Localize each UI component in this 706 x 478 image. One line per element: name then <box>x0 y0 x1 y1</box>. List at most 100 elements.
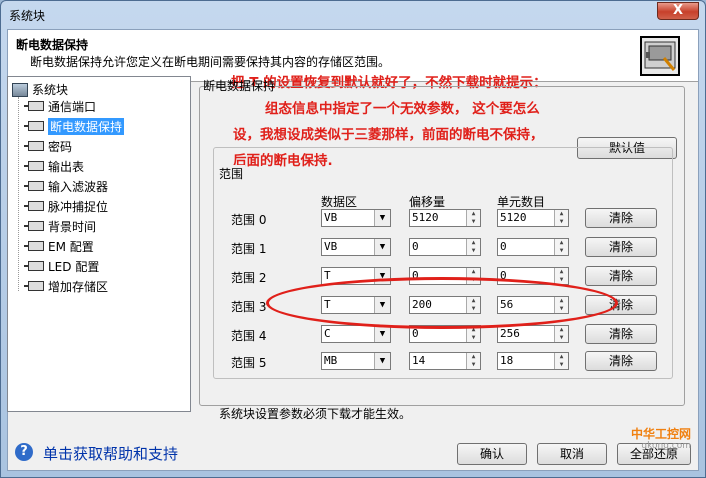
tree-item-label: 输出表 <box>48 159 85 174</box>
spinner-arrows-icon[interactable]: ▲ ▼ <box>466 210 480 226</box>
clear-button[interactable]: 清除 <box>585 208 657 228</box>
count-value: 5120 <box>500 211 527 224</box>
tree-item-label: EM 配置 <box>48 239 94 254</box>
count-spinner[interactable]: 18 ▲ ▼ <box>497 352 569 370</box>
module-icon <box>24 241 44 251</box>
clear-button[interactable]: 清除 <box>585 324 657 344</box>
system-block-window: 系统块 X 断电数据保持 断电数据保持允许您定义在断电期间需要保持其内容的存储区… <box>0 0 706 478</box>
tree-item-em-config[interactable]: EM 配置 <box>24 237 94 255</box>
module-icon <box>24 181 44 191</box>
tree-item-label: LED 配置 <box>48 259 100 274</box>
offset-value: 14 <box>412 354 426 367</box>
offset-spinner[interactable]: 5120 ▲ ▼ <box>409 209 481 227</box>
tree-item-label: 断电数据保持 <box>48 117 125 135</box>
tree-item-input-filter[interactable]: 输入滤波器 <box>24 177 109 195</box>
spinner-arrows-icon[interactable]: ▲ ▼ <box>554 353 568 369</box>
tree-item-background-time[interactable]: 背景时间 <box>24 217 97 235</box>
spinner-arrows-icon[interactable]: ▲ ▼ <box>466 353 480 369</box>
spinner-arrows-icon[interactable]: ▲ ▼ <box>554 210 568 226</box>
tree-item-password[interactable]: 密码 <box>24 137 73 155</box>
range-group-label: 范围 <box>217 165 246 182</box>
spinner-arrows-icon[interactable]: ▲ ▼ <box>554 268 568 284</box>
spinner-arrows-icon[interactable]: ▲ ▼ <box>466 239 480 255</box>
area-value: MB <box>324 354 338 367</box>
area-select[interactable]: VB ▼ <box>321 209 391 227</box>
cancel-button[interactable]: 取消 <box>537 443 607 465</box>
tree-item-label: 密码 <box>48 139 73 154</box>
range-label: 范围 5 <box>231 356 267 370</box>
help-link[interactable]: 单击获取帮助和支持 <box>43 443 178 464</box>
tree-root-label: 系统块 <box>32 83 69 97</box>
area-select[interactable]: VB ▼ <box>321 238 391 256</box>
clear-button[interactable]: 清除 <box>585 266 657 286</box>
range-group <box>213 147 673 379</box>
page-title: 断电数据保持 <box>16 38 89 52</box>
column-header-offset: 偏移量 <box>409 195 446 209</box>
computer-icon <box>12 82 28 97</box>
dropdown-arrow-icon[interactable]: ▼ <box>374 239 390 255</box>
range-label: 范围 3 <box>231 300 267 314</box>
column-header-area: 数据区 <box>321 195 358 209</box>
offset-spinner[interactable]: 14 ▲ ▼ <box>409 352 481 370</box>
count-value: 0 <box>500 240 507 253</box>
clear-button[interactable]: 清除 <box>585 237 657 257</box>
module-icon <box>24 221 44 231</box>
range-label: 范围 4 <box>231 329 267 343</box>
tree-item-retentive[interactable]: 断电数据保持 <box>24 117 125 135</box>
window-title: 系统块 <box>9 9 46 23</box>
column-header-count: 单元数目 <box>497 195 546 209</box>
tree-item-led-config[interactable]: LED 配置 <box>24 257 100 275</box>
offset-spinner[interactable]: 0 ▲ ▼ <box>409 238 481 256</box>
module-icon <box>24 161 44 171</box>
range-label: 范围 0 <box>231 213 267 227</box>
area-value: VB <box>324 211 338 224</box>
module-icon <box>24 201 44 211</box>
module-icon <box>24 261 44 271</box>
count-spinner[interactable]: 256 ▲ ▼ <box>497 325 569 343</box>
spinner-arrows-icon[interactable]: ▲ ▼ <box>554 326 568 342</box>
tree-item-pulse-catch[interactable]: 脉冲捕捉位 <box>24 197 109 215</box>
dropdown-arrow-icon[interactable]: ▼ <box>374 353 390 369</box>
ok-button[interactable]: 确认 <box>457 443 527 465</box>
count-spinner[interactable]: 5120 ▲ ▼ <box>497 209 569 227</box>
navigation-tree: 系统块 通信端口 断电数据保持 密码 输出表 输入滤波器 脉冲捕捉位 背景时间 … <box>7 76 191 412</box>
page-description: 断电数据保持允许您定义在断电期间需要保持其内容的存储区范围。 <box>30 55 391 69</box>
offset-value: 0 <box>412 240 419 253</box>
spinner-arrows-icon[interactable]: ▲ ▼ <box>554 239 568 255</box>
count-spinner[interactable]: 0 ▲ ▼ <box>497 238 569 256</box>
count-value: 18 <box>500 354 514 367</box>
tree-connector <box>18 97 19 291</box>
count-value: 256 <box>500 327 520 340</box>
tree-item-label: 背景时间 <box>48 219 97 234</box>
tree-item-output-table[interactable]: 输出表 <box>24 157 85 175</box>
title-bar[interactable]: 系统块 X <box>1 1 705 29</box>
tree-item-label: 增加存储区 <box>48 279 109 294</box>
panel-title: 断电数据保持 <box>203 79 276 93</box>
module-icon <box>24 121 44 131</box>
module-icon <box>24 101 44 111</box>
help-icon[interactable]: ? <box>15 443 33 461</box>
clear-button[interactable]: 清除 <box>585 351 657 371</box>
tree-item-comm-port[interactable]: 通信端口 <box>24 97 97 115</box>
tree-item-label: 通信端口 <box>48 99 97 114</box>
area-select[interactable]: MB ▼ <box>321 352 391 370</box>
close-button[interactable]: X <box>657 2 699 20</box>
dropdown-arrow-icon[interactable]: ▼ <box>374 326 390 342</box>
module-icon <box>24 141 44 151</box>
tree-item-label: 脉冲捕捉位 <box>48 199 109 214</box>
area-select[interactable]: C ▼ <box>321 325 391 343</box>
download-note: 系统块设置参数必须下载才能生效。 <box>219 407 412 421</box>
tree-root[interactable]: 系统块 <box>12 81 68 98</box>
area-value: T <box>324 269 331 282</box>
watermark-url: gkong.com <box>641 441 691 451</box>
tree-item-add-memory[interactable]: 增加存储区 <box>24 277 109 295</box>
tree-item-label: 输入滤波器 <box>48 179 109 194</box>
module-icon <box>24 281 44 291</box>
offset-value: 0 <box>412 327 419 340</box>
area-value: VB <box>324 240 338 253</box>
system-block-icon <box>640 36 680 76</box>
dropdown-arrow-icon[interactable]: ▼ <box>374 210 390 226</box>
range-label: 范围 1 <box>231 242 267 256</box>
range-label: 范围 2 <box>231 271 267 285</box>
highlight-ellipse <box>266 277 618 329</box>
